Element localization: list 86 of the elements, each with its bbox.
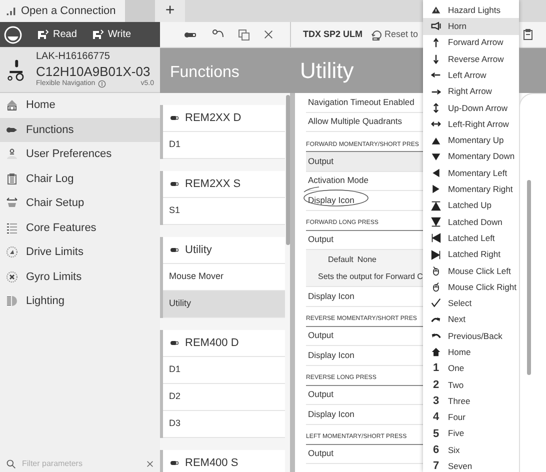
clear-icon — [146, 460, 154, 468]
clipboard-icon — [522, 28, 534, 41]
connection-icon — [6, 6, 16, 16]
panel-header: Functions — [160, 48, 290, 93]
sidebar-item[interactable]: Chair Log — [0, 166, 160, 191]
option-glyph: 6 — [432, 442, 440, 458]
triangle-left-icon — [431, 168, 441, 178]
reset-icon — [370, 28, 383, 40]
list-icon — [6, 222, 18, 234]
up-down-arrow-icon — [431, 102, 441, 113]
dropdown-option[interactable]: Hazard Lights — [423, 2, 519, 18]
right-arrow-icon — [431, 86, 441, 97]
filter-field[interactable]: Filter parameters — [22, 458, 140, 470]
dropdown-option[interactable]: Forward Arrow — [423, 34, 519, 51]
dropdown-option[interactable]: Left Arrow — [423, 67, 519, 84]
option-glyph: 1 — [432, 361, 440, 376]
device-id: LAK-H16166775 — [36, 51, 111, 64]
latched-left-icon — [431, 233, 441, 244]
dropdown-option[interactable]: Reverse Arrow — [423, 50, 519, 68]
option-glyph: 3 — [432, 394, 440, 410]
remote-icon — [169, 180, 180, 188]
left-arrow-icon — [431, 70, 441, 80]
user-icon — [6, 148, 18, 160]
option-glyph: 4 — [432, 410, 440, 426]
triangle-up-icon — [431, 136, 441, 146]
device-serial: C12H10A9B01X-03 — [36, 64, 152, 80]
remote-icon — [169, 339, 180, 347]
option-glyph: 7 — [432, 459, 440, 472]
remote-icon — [169, 459, 180, 467]
close-icon — [263, 29, 274, 40]
mouse-icon — [431, 266, 441, 276]
latched-down-icon — [431, 217, 441, 227]
sidebar-item[interactable]: Lighting — [0, 289, 160, 314]
default-value: None — [357, 254, 376, 266]
search-icon — [6, 459, 16, 469]
remote-icon — [169, 246, 180, 254]
default-label: Default — [328, 254, 354, 266]
write-button[interactable]: Write — [90, 27, 132, 42]
house-icon — [6, 99, 18, 112]
dropdown-option[interactable]: Horn — [423, 18, 519, 35]
tab[interactable]: Open a Connection — [0, 0, 125, 22]
group-header[interactable]: REM2XX D — [163, 105, 285, 132]
down-arrow-icon — [431, 54, 441, 64]
sidebar-item[interactable]: Gyro Limits — [0, 264, 160, 289]
checkmark-icon — [431, 298, 441, 308]
scrollbar[interactable] — [286, 95, 290, 245]
curved-arrow-icon — [431, 314, 441, 325]
scrollbar[interactable] — [527, 180, 531, 375]
group-header[interactable]: REM2XX S — [163, 171, 285, 198]
device-name: TDX SP2 ULM — [303, 28, 363, 41]
warning-icon — [431, 5, 441, 16]
sidebar-item[interactable]: Core Features — [0, 216, 160, 240]
triangle-right-icon — [431, 184, 441, 194]
function-item[interactable]: D3 — [163, 411, 285, 438]
description: Sets the output for Forward C — [318, 270, 424, 282]
function-item[interactable]: D2 — [163, 384, 285, 411]
sidebar-item[interactable]: Functions — [0, 118, 160, 142]
house-icon — [431, 347, 441, 358]
function-item[interactable]: D1 — [163, 357, 285, 384]
function-item[interactable]: Utility — [163, 291, 285, 318]
copy-icon — [238, 28, 250, 40]
latched-right-icon — [431, 250, 441, 260]
latched-up-icon — [431, 200, 441, 211]
option-glyph: 5 — [432, 426, 440, 442]
triangle-down-icon — [431, 152, 441, 162]
function-item[interactable]: D1 — [163, 132, 285, 159]
info-icon — [98, 80, 106, 88]
sidebar-item[interactable]: Home — [0, 93, 160, 118]
dropdown-option[interactable]: Mouse Click Left — [423, 262, 519, 280]
function-item[interactable]: S1 — [163, 198, 285, 225]
group-header[interactable]: REM400 D — [163, 330, 285, 357]
remote-icon — [169, 114, 180, 122]
up-arrow-icon — [431, 38, 441, 48]
sidebar-item[interactable]: Drive Limits — [0, 240, 160, 264]
group-header[interactable]: Utility — [163, 237, 285, 264]
read-button[interactable]: Read — [36, 27, 77, 42]
light-icon — [6, 295, 18, 308]
sidebar-item[interactable]: Chair Setup — [0, 191, 160, 216]
sidebar-item[interactable]: User Preferences — [0, 142, 160, 166]
mouse-icon — [431, 282, 441, 292]
new-tab-button[interactable]: + — [155, 0, 185, 22]
option-glyph: 2 — [432, 378, 440, 393]
horn-icon — [431, 21, 441, 32]
power-icon — [4, 26, 22, 44]
clipboard-icon — [6, 172, 18, 185]
reset-button[interactable]: Reset to — [370, 28, 418, 42]
